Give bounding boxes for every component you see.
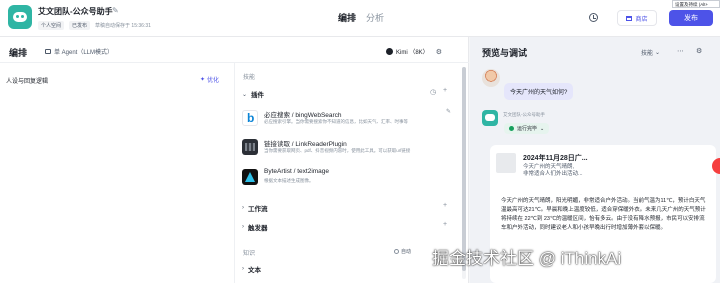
persona-section: 人设与回复逻辑 ✦ 优化 [0,63,234,283]
store-button[interactable]: 商店 [617,10,657,26]
bot-title: 艾文团队-公众号助手 [38,7,113,16]
agent-mode-selector[interactable]: 单 Agent（LLM模式） [45,47,113,56]
plugin-name: 必应搜索 / bingWebSearch [264,112,342,119]
chevron-down-icon: ⌄ [540,125,545,132]
tooltip: 设置及持续 (Alt+ [672,0,720,8]
card-snippet: 今天广州的天气晴朗, 非常适合人们外出活动... [523,164,611,178]
byteartist-icon [242,169,258,185]
preview-title: 预览与调试 [482,48,528,58]
persona-label: 人设与回复逻辑 [6,79,49,85]
answer-heading: 2024年11月28日广... [523,155,588,162]
editor-title: 编排 [9,48,28,58]
model-selector[interactable]: Kimi （8K） ⚙ [386,47,442,56]
publish-button[interactable]: 发布 [669,10,713,26]
mode-tabs: 编排 分析 [338,11,384,24]
plugins-group-label: 插件 [251,92,265,99]
plugin-item[interactable]: 链接读取 / LinkReaderPlugin 当你需要获取网页、pdf、抖音视… [242,137,452,161]
edit-icon[interactable]: ✎ [112,6,119,15]
model-settings-icon[interactable]: ⚙ [436,48,442,56]
status-badge: 已发布 [69,21,91,30]
robot-icon [13,12,27,22]
agent-mode-label: 单 Agent（LLM模式） [54,50,114,56]
plugin-item[interactable]: ByteArtist / text2image 根据文本描述生成图像。 [242,167,452,191]
model-icon [386,48,393,55]
chevron-right-icon: › [242,266,244,272]
trigger-group[interactable]: › 触发器 [242,222,268,232]
trigger-group-label: 触发器 [248,225,268,232]
plugin-item[interactable]: 必应搜索 / bingWebSearch 必应搜索引擎。当你需要搜索你不知道的信… [242,108,452,132]
space-tag: 个人空间 [38,21,65,30]
plugin-desc: 必应搜索引擎。当你需要搜索你不知道的信息，比如天气、汇率、时事等 [264,119,408,124]
autosave-text: 草稿自动保存于 15:36:31 [95,23,151,29]
editor-panel: 编排 单 Agent（LLM模式） Kimi （8K） ⚙ 人设与回复逻辑 ✦ … [0,37,469,283]
skills-label: 技能 [243,75,256,81]
card-line: 非常适合人们外出活动... [523,171,583,177]
sparkle-icon: ✦ [200,77,206,83]
chevron-right-icon: › [242,205,244,211]
bing-icon [242,110,258,126]
bot-avatar[interactable] [8,5,32,29]
knowledge-toggle-label: 自动 [401,249,412,255]
chevron-down-icon: ⌄ [242,91,248,98]
settings-icon[interactable]: ⚙ [696,47,702,55]
workflow-group[interactable]: › 工作流 [242,203,268,213]
text-group[interactable]: › 文本 [242,264,261,274]
plugins-group[interactable]: ⌄ 插件 [242,89,265,100]
more-icon[interactable]: ⋯ [677,47,684,55]
add-workflow-icon[interactable]: + [443,202,447,209]
optimize-label: 优化 [207,78,220,84]
skills-section: 技能 ⌄ 插件 ◷ + 必应搜索 / bingWebSearch 必应搜索引擎。… [236,63,458,283]
model-name: Kimi （8K） [396,50,429,56]
answer-text: 今天广州的天气晴朗，阳光明媚，非常适合户外活动。当前气温为11℃，预计白天气温最… [501,198,706,231]
check-icon [509,126,514,131]
workflow-group-label: 工作流 [248,206,268,213]
store-icon [626,15,633,21]
optimize-button[interactable]: ✦ 优化 [200,75,219,84]
bot-name: 艾文团队-公众号助手 [503,112,545,117]
text-group-label: 文本 [248,267,261,274]
store-label: 商店 [635,16,648,23]
debug-mode-selector[interactable]: 技能 ⌄ [641,48,660,57]
user-avatar [482,69,500,87]
agent-mode-icon [45,49,51,54]
scrollbar-thumb[interactable] [462,67,466,271]
bot-meta: 个人空间 已发布 草稿自动保存于 15:36:31 [38,21,151,30]
editor-header: 编排 单 Agent（LLM模式） Kimi （8K） ⚙ [0,37,469,63]
tab-analysis[interactable]: 分析 [366,11,384,24]
tab-arrange[interactable]: 编排 [338,11,356,24]
add-trigger-icon[interactable]: + [443,221,447,228]
card-thumbnail [496,153,516,173]
auto-call-icon[interactable]: ◷ [430,88,436,96]
plugin-name: ByteArtist / text2image [264,168,330,175]
run-status-badge[interactable]: 运行完毕 ⌄ [504,123,550,134]
radio-icon [394,249,399,254]
user-message: 今天广州的天气如何? [504,83,574,100]
bot-message-avatar [482,110,498,126]
column-divider [234,63,235,283]
history-icon[interactable] [589,13,598,22]
knowledge-label: 知识 [243,251,256,257]
watermark: 掘金技术社区 @ iThinkAi [432,249,622,268]
plugin-desc: 当你需要获取网页、pdf、抖音视频内容时，使用此工具。可以获取url链接 [264,148,411,153]
debug-mode-label: 技能 [641,51,654,57]
link-reader-icon [242,139,258,155]
card-line: 今天广州的天气晴朗, [523,164,575,170]
top-bar: 艾文团队-公众号助手 ✎ 个人空间 已发布 草稿自动保存于 15:36:31 编… [0,0,720,37]
plugin-name: 链接读取 / LinkReaderPlugin [264,141,347,148]
chevron-right-icon: › [242,224,244,230]
plugin-desc: 根据文本描述生成图像。 [264,178,314,183]
run-status-label: 运行完毕 [517,126,538,132]
add-plugin-icon[interactable]: + [443,87,447,94]
plugin-edit-icon[interactable]: ✎ [446,108,451,115]
chevron-down-icon: ⌄ [655,50,661,56]
knowledge-auto-toggle[interactable]: 自动 [394,248,411,255]
